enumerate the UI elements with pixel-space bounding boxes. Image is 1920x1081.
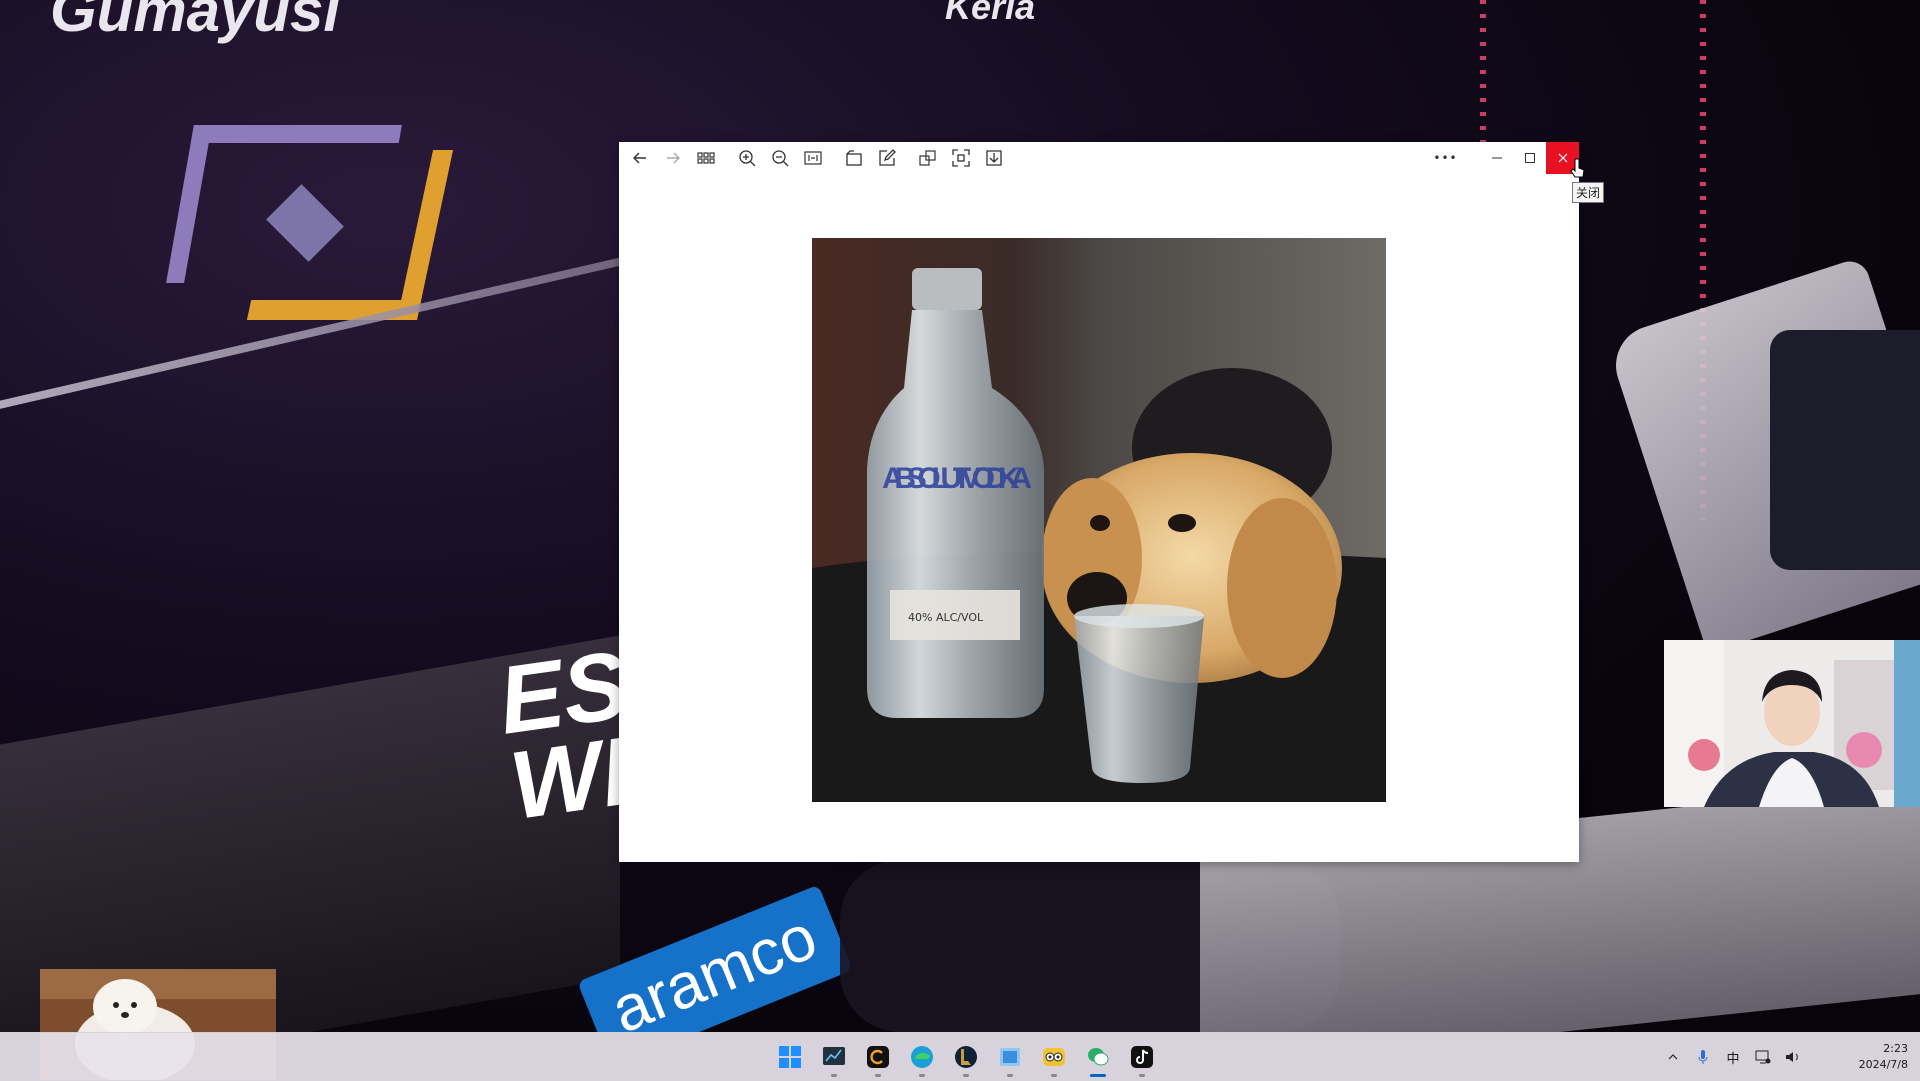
taskbar-app-league[interactable] (944, 1035, 988, 1079)
windows-logo-icon (779, 1046, 801, 1068)
chevron-up-icon (1668, 1054, 1678, 1060)
clock-date: 2024/7/8 (1858, 1058, 1908, 1071)
minimize-button[interactable] (1480, 142, 1513, 174)
taskbar-app-monitor[interactable] (812, 1035, 856, 1079)
network-button[interactable] (1748, 1037, 1778, 1077)
maximize-icon (1524, 153, 1535, 163)
background-text-player-center: Keria (945, 0, 1036, 27)
taskbar-app-wechat[interactable] (1076, 1035, 1120, 1079)
edge-browser-icon (911, 1046, 933, 1068)
tiktok-icon (1131, 1046, 1153, 1068)
files-app-icon (1000, 1048, 1020, 1066)
owl-app-icon (1043, 1048, 1065, 1066)
taskbar-apps (768, 1033, 1164, 1081)
displayed-photo: ABSOLUT VODKA 40% ALC/VOL (812, 238, 1386, 802)
start-button[interactable] (768, 1035, 812, 1079)
forward-arrow-icon[interactable] (656, 142, 689, 174)
taskbar-app-c[interactable] (856, 1035, 900, 1079)
background-player (1770, 330, 1920, 570)
taskbar-clock[interactable]: 2:23 2024/7/8 (1808, 1041, 1920, 1073)
clock-time: 2:23 (1883, 1042, 1908, 1055)
taskbar-app-tiktok[interactable] (1120, 1035, 1164, 1079)
taskbar-app-owl[interactable] (1032, 1035, 1076, 1079)
microphone-button[interactable] (1688, 1037, 1718, 1077)
viewer-toolbar: ••• (619, 142, 1579, 174)
thumbnail-grid-icon[interactable] (689, 142, 722, 174)
rotate-icon[interactable] (837, 142, 870, 174)
network-icon (1755, 1050, 1771, 1064)
input-method-button[interactable]: 中 (1718, 1037, 1748, 1077)
volume-button[interactable] (1778, 1037, 1808, 1077)
taskbar: 中 2:23 2024/7/8 (0, 1032, 1920, 1081)
fit-to-window-icon[interactable] (796, 142, 829, 174)
show-hidden-icons-button[interactable] (1658, 1037, 1688, 1077)
taskbar-app-edge[interactable] (900, 1035, 944, 1079)
monitor-app-icon (823, 1047, 845, 1065)
more-options-button[interactable]: ••• (1429, 142, 1462, 174)
wechat-icon (1088, 1048, 1109, 1066)
taskbar-app-files[interactable] (988, 1035, 1032, 1079)
close-icon (1558, 153, 1567, 163)
close-tooltip: 关闭 (1572, 182, 1605, 203)
back-arrow-icon[interactable] (623, 142, 656, 174)
system-tray: 中 2:23 2024/7/8 (1658, 1033, 1920, 1081)
league-client-icon (955, 1046, 977, 1068)
edit-icon[interactable] (870, 142, 903, 174)
image-viewer-window: ••• ABSOLUT VODKA 40% ALC/VOL (619, 142, 1579, 862)
minimize-icon (1491, 157, 1502, 159)
fullscreen-icon[interactable] (944, 142, 977, 174)
background-text-player-left: Gumayusi (50, 0, 341, 44)
zoom-in-icon[interactable] (730, 142, 763, 174)
save-as-icon[interactable] (977, 142, 1010, 174)
maximize-button[interactable] (1513, 142, 1546, 174)
more-options-label: ••• (1433, 151, 1458, 165)
team-logo-gold (246, 150, 454, 320)
webcam-overlay (1664, 640, 1920, 807)
zoom-out-icon[interactable] (763, 142, 796, 174)
bottle-brand-text: ABSOLUT VODKA (882, 462, 1032, 495)
speaker-icon (1786, 1052, 1798, 1062)
microphone-icon (1698, 1050, 1708, 1064)
bottle-label-text: 40% ALC/VOL (908, 611, 984, 624)
open-with-icon[interactable] (911, 142, 944, 174)
c-app-icon (867, 1046, 889, 1068)
mouse-cursor-icon (1570, 158, 1586, 184)
